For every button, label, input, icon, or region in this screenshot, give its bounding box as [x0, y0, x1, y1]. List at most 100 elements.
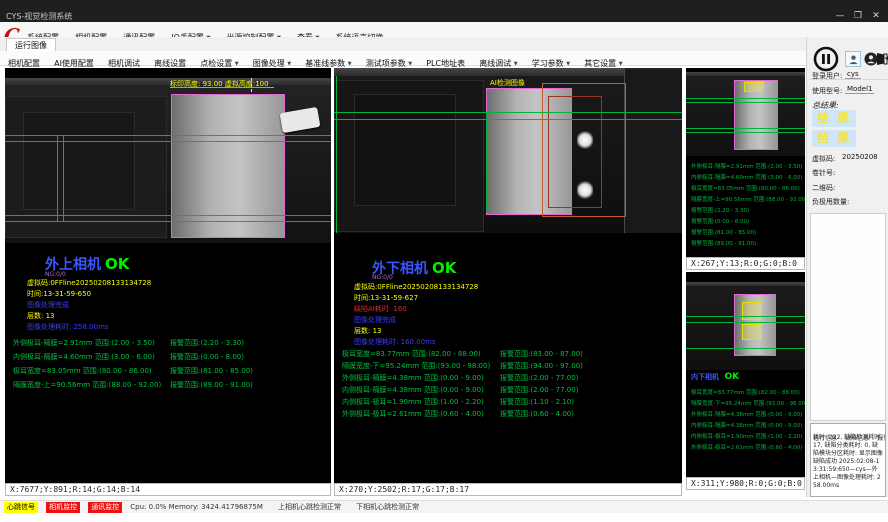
- alarm-range: 报警范围:(0.60 - 4.00): [500, 409, 574, 419]
- measurement-row: 内侧极耳-隔膜=4.38mm 范围:(0.00 - 9.00): [342, 385, 484, 395]
- measurement-row: 内侧极耳-隔膜=4.60mm 范围:(3.00 - 6.00): [13, 352, 155, 362]
- alarm-range: 报警范围:(0.00 - 8.00): [170, 352, 244, 362]
- thumb-measure-line: 极耳宽度=83.05mm 范围:(80.00 - 86.00): [691, 184, 800, 192]
- measurement-row: 外侧极耳-隔膜=2.91mm 范围:(2.00 - 3.50): [13, 338, 155, 348]
- result-ok-badge: OK: [105, 255, 129, 273]
- minimize-button[interactable]: —: [832, 10, 848, 22]
- thumb-measure-line: 报警范围:(81.00 - 85.00): [691, 228, 756, 236]
- roi-rect-yellow: [742, 324, 762, 340]
- white-tab-part: [280, 107, 321, 133]
- chevron-down-icon: ▼: [348, 61, 352, 67]
- left-camera-view[interactable]: 标印高度: 93.00 虚拟高度:100 外上相机OK NG:0/0 虚拟码:0…: [5, 68, 331, 496]
- alarm-range: 报警范围:(2.00 - 77.00): [500, 385, 578, 395]
- negative-count-label: 负极甩数量:: [812, 197, 849, 207]
- qr-code-label: 二维码:: [812, 183, 835, 193]
- thumb-measure-line: 隔膜宽度-上=90.56mm 范围:(88.00 - 92.00): [691, 195, 805, 203]
- status-bar: 心跳信号 相机监控 通讯监控 Cpu: 0.0% Memory: 3424.41…: [0, 500, 888, 513]
- virtual-code-value: 20250208: [840, 153, 880, 161]
- pixel-coordinates: X:311;Y:980;R:0;G:0;B:0: [686, 477, 805, 490]
- baseline-line: [686, 322, 805, 323]
- chevron-down-icon: ▼: [514, 61, 518, 67]
- right-panel: 登录用户: cys 使用型号: Model1 总结果: 结 果 结 果 虚拟码:…: [806, 37, 888, 497]
- thumb-measure-line: 外侧极耳-隔膜=4.38mm 范围:(0.00 - 9.00): [691, 410, 802, 418]
- upper-camera-heartbeat-text: 上相机心跳检测正常: [278, 501, 341, 514]
- result-display-1: 结 果: [812, 110, 856, 127]
- logout-door-icon: [875, 52, 888, 66]
- thumb-measure-line: 内侧极耳-极耳=1.90mm 范围:(1.00 - 2.20): [691, 432, 802, 440]
- maximize-button[interactable]: ❐: [850, 10, 866, 22]
- machine-band: [686, 282, 805, 286]
- machine-frame: [23, 112, 135, 210]
- baseline-line: [686, 102, 805, 103]
- measurement-row: 极耳宽度=83.77mm 范围:(82.00 - 88.00): [342, 349, 481, 359]
- machine-column: [624, 68, 682, 233]
- comm-monitor-badge: 通讯监控: [88, 502, 122, 513]
- alarm-range: 报警范围:(89.00 - 91.00): [170, 380, 253, 390]
- alarm-range: 报警范围:(2.20 - 3.30): [170, 338, 244, 348]
- baseline-line: [57, 135, 58, 221]
- pixel-coordinates: X:7677;Y:891;R:14;G:14;B:14: [5, 483, 331, 496]
- thumb-measure-line: 内侧极耳-隔膜=4.38mm 范围:(0.00 - 9.00): [691, 421, 802, 429]
- chevron-down-icon: ▼: [287, 61, 291, 67]
- thumb-bottom-image[interactable]: [686, 282, 805, 370]
- logout-button[interactable]: [874, 51, 888, 67]
- thumb-top-camera-view[interactable]: 外侧极耳-隔膜=2.91mm 范围:(2.00 - 3.50) 内侧极耳-隔膜=…: [686, 68, 805, 270]
- mid-camera-image[interactable]: AI检测图像: [334, 68, 682, 233]
- baseline-line: [686, 128, 805, 129]
- thumb-measure-line: 外侧极耳-隔膜=2.91mm 范围:(2.00 - 3.50): [691, 162, 802, 170]
- user-icon: [848, 54, 859, 65]
- machine-frame: [354, 94, 456, 206]
- mid-camera-view[interactable]: AI检测图像 外下相机OK NG:0/0 虚拟码:0FFline20250208…: [334, 68, 682, 496]
- thumb-measure-line: 报警范围:(89.00 - 91.00): [691, 239, 756, 247]
- run-info-text: 耗时: 222, 缺陷检测耗时: 17, 缺陷分类耗时: 0, 缺陷模块分区耗时…: [813, 434, 883, 490]
- info-box: 运行信息 缺陷信息 报警信息 耗时: 222, 缺陷检测耗时: 17, 缺陷分类…: [810, 423, 886, 497]
- capture-time: 时间:13-31-59-627: [354, 293, 418, 303]
- measurement-row: 外侧极耳-极耳=2.61mm 范围:(0.60 - 4.00): [342, 409, 484, 419]
- thumb-measure-line: 极耳宽度=83.77mm 范围:(82.00 - 88.00): [691, 388, 800, 396]
- roi-rect-yellow: [744, 82, 764, 92]
- height-label: 标印高度: 93.00 虚拟高度:100: [170, 79, 269, 89]
- virtual-barcode: 虚拟码:0FFline20250208133134728: [354, 282, 478, 292]
- result-ok-badge: OK: [432, 259, 456, 277]
- pause-button[interactable]: [813, 46, 839, 72]
- process-done: 图像处理完成: [354, 315, 396, 325]
- app-window: CYS-视觉检测系统 — ❐ ✕ C 系统配置 相机配置 通讯配置 IO手配置 …: [0, 0, 888, 522]
- tab-run-image[interactable]: 运行图像: [6, 38, 56, 52]
- thumb-measure-line: 内侧极耳-隔膜=4.60mm 范围:(3.00 - 6.00): [691, 173, 802, 181]
- pixel-coordinates: X:270;Y:2502;R:17;G:17;B:17: [334, 483, 682, 496]
- measurement-row: 极耳宽度=83.05mm 范围:(80.00 - 86.00): [13, 366, 152, 376]
- pixel-coordinates: X:267;Y:13;R:0;G:0;B:0: [686, 257, 805, 270]
- heartbeat-status-badge: 心跳信号: [4, 502, 38, 513]
- process-elapsed: 图像处理耗时: 160.00ms: [354, 337, 436, 347]
- ng-counter: NG:0/0: [372, 274, 393, 281]
- baseline-line: [5, 215, 331, 216]
- close-button[interactable]: ✕: [868, 10, 884, 22]
- lower-camera-heartbeat-text: 下相机心跳检测正常: [356, 501, 419, 514]
- machine-band: [686, 72, 805, 76]
- alarm-range: 报警范围:(1.10 - 2.10): [500, 397, 574, 407]
- chevron-down-icon: ▼: [619, 61, 623, 67]
- process-done: 图像处理完成: [27, 300, 69, 310]
- thumb-bottom-camera-view[interactable]: 内下相机 OK 极耳宽度=83.77mm 范围:(82.00 - 88.00) …: [686, 272, 805, 490]
- thumb-measure-line: 隔膜宽度-下=95.24mm 范围:(93.00 - 98.00): [691, 399, 805, 407]
- pause-icon: [813, 46, 839, 72]
- defect-list-box[interactable]: [810, 213, 886, 421]
- tab-row: 运行图像: [0, 37, 888, 52]
- thumb-top-image[interactable]: [686, 72, 805, 156]
- toolbar: 相机配置 AI使用配置 相机调试 离线设置 点检设置 ▼ 图像处理 ▼ 基准线参…: [0, 51, 806, 66]
- layer-count: 层数: 13: [354, 326, 382, 336]
- ng-counter: NG:0/0: [45, 271, 66, 278]
- cpu-memory-text: Cpu: 0.0% Memory: 3424.41796875M: [130, 501, 263, 514]
- needle-no-label: 卷针号:: [812, 168, 835, 178]
- left-camera-image[interactable]: 标印高度: 93.00 虚拟高度:100: [5, 78, 331, 243]
- model-label: 使用型号:: [812, 86, 842, 96]
- camera-title: 内下相机 OK: [691, 372, 739, 382]
- login-user-value: cys: [845, 70, 861, 79]
- roi-rect-yellow: [742, 302, 762, 320]
- result-ok-badge: OK: [724, 372, 739, 382]
- chevron-down-icon: ▼: [408, 61, 412, 67]
- user-login-button[interactable]: [845, 51, 861, 67]
- measurement-row: 隔膜宽度-下=95.24mm 范围:(93.00 - 98.00): [342, 361, 490, 371]
- capture-time: 时间:13-31-59-650: [27, 289, 91, 299]
- title-bar: CYS-视觉检测系统 — ❐ ✕: [0, 0, 888, 22]
